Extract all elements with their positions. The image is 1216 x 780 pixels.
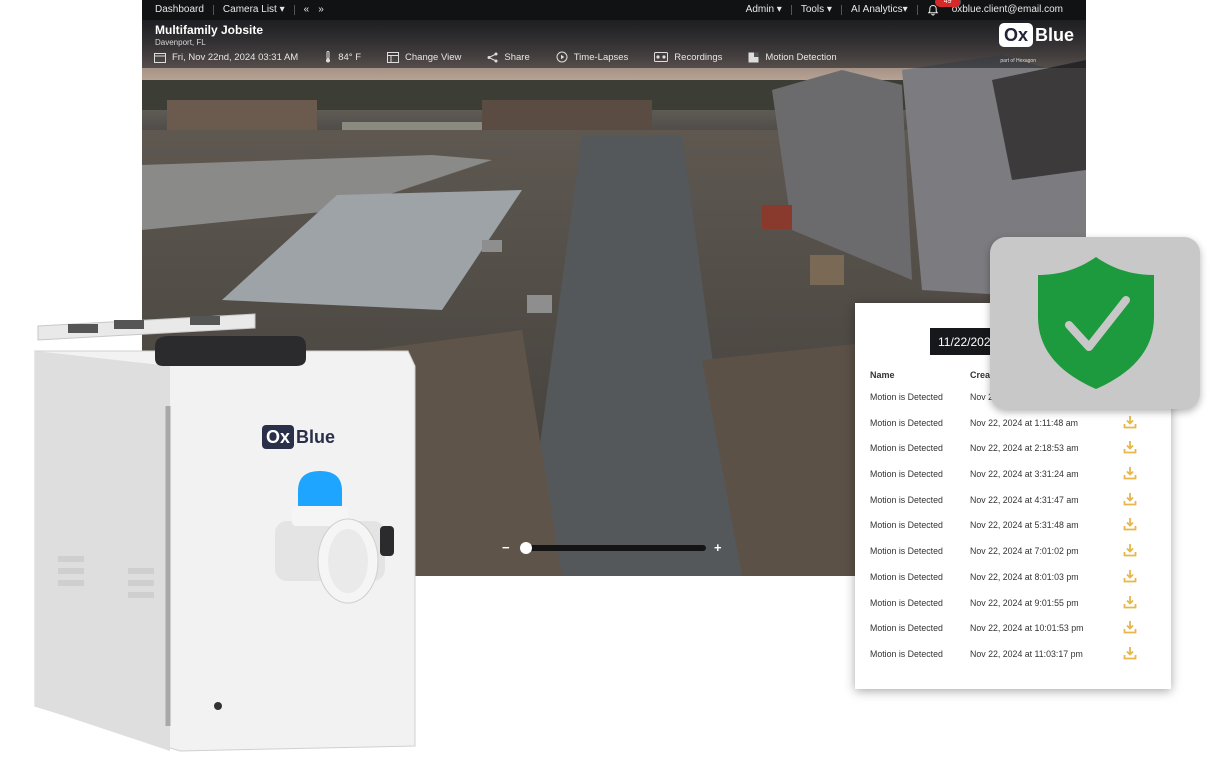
thermometer-icon	[326, 51, 331, 63]
column-header-name[interactable]: Name	[870, 370, 895, 380]
logo-tagline: part of Hexagon	[1000, 58, 1036, 64]
event-name: Motion is Detected	[870, 648, 943, 659]
marketing-composite: Dashboard Camera List ▾ « » Admin ▾ Tool…	[0, 0, 1216, 780]
download-icon[interactable]	[1123, 595, 1137, 609]
timeline-handle[interactable]	[520, 542, 532, 554]
recordings-button[interactable]: Recordings	[654, 52, 722, 63]
download-icon[interactable]	[1123, 543, 1137, 557]
detection-events-list: Motion is Detected Nov 2 Motion is Detec…	[855, 386, 1171, 669]
event-created: Nov 22, 2024 at 7:01:02 pm	[970, 546, 1079, 557]
event-created: Nov 22, 2024 at 5:31:48 am	[970, 520, 1079, 531]
download-icon[interactable]	[1123, 492, 1137, 506]
event-name: Motion is Detected	[870, 597, 943, 608]
temperature-readout: 84° F	[324, 51, 361, 63]
event-created: Nov 22, 2024 at 1:11:48 am	[970, 417, 1078, 428]
date-picker-button[interactable]: Fri, Nov 22nd, 2024 03:31 AM	[154, 52, 298, 63]
list-item[interactable]: Motion is Detected Nov 22, 2024 at 3:31:…	[855, 463, 1171, 489]
list-item[interactable]: Motion is Detected Nov 22, 2024 at 7:01:…	[855, 540, 1171, 566]
event-name: Motion is Detected	[870, 623, 943, 634]
event-name: Motion is Detected	[870, 417, 943, 428]
layout-icon	[387, 51, 400, 63]
top-navigation-bar: Dashboard Camera List ▾ « » Admin ▾ Tool…	[142, 0, 1086, 20]
capture-datetime: Fri, Nov 22nd, 2024 03:31 AM	[172, 51, 299, 63]
download-icon[interactable]	[1123, 646, 1137, 660]
recordings-label: Recordings	[674, 51, 723, 63]
nav-tools-dropdown[interactable]: Tools ▾	[792, 5, 842, 15]
event-name: Motion is Detected	[870, 571, 943, 582]
column-header-created[interactable]: Crea	[970, 370, 990, 380]
calendar-icon	[154, 52, 166, 63]
event-name: Motion is Detected	[870, 520, 943, 531]
event-name: Motion is Detected	[870, 443, 943, 454]
event-name: Motion is Detected	[870, 494, 943, 505]
list-item[interactable]: Motion is Detected Nov 22, 2024 at 11:03…	[855, 643, 1171, 669]
device-logo-ox-text: Ox	[262, 425, 295, 449]
recording-icon	[654, 52, 669, 62]
event-created: Nov 22, 2024 at 8:01:03 pm	[970, 571, 1079, 582]
list-item[interactable]: Motion is Detected Nov 22, 2024 at 8:01:…	[855, 566, 1171, 592]
event-name: Motion is Detected	[870, 392, 943, 402]
share-label: Share	[504, 51, 530, 63]
share-button[interactable]: Share	[487, 51, 530, 63]
download-icon[interactable]	[1123, 466, 1137, 480]
nav-camera-list-dropdown[interactable]: Camera List ▾	[214, 5, 295, 15]
notifications-bell-icon[interactable]: 49	[927, 0, 962, 16]
previous-camera-button[interactable]: «	[295, 5, 319, 15]
list-item[interactable]: Motion is Detected Nov 22, 2024 at 4:31:…	[855, 489, 1171, 515]
time-lapses-label: Time-Lapses	[573, 51, 629, 63]
security-badge-card	[990, 237, 1200, 409]
time-lapses-button[interactable]: Time-Lapses	[556, 51, 629, 63]
change-view-button[interactable]: Change View	[387, 51, 462, 63]
download-icon[interactable]	[1123, 440, 1137, 454]
event-name: Motion is Detected	[870, 546, 943, 557]
temperature-value: 84° F	[338, 51, 362, 63]
list-item[interactable]: Motion is Detected Nov 22, 2024 at 9:01:…	[855, 592, 1171, 618]
shield-check-icon	[1038, 257, 1154, 389]
list-item[interactable]: Motion is Detected Nov 22, 2024 at 5:31:…	[855, 514, 1171, 540]
share-icon	[487, 52, 498, 62]
list-item[interactable]: Motion is Detected Nov 22, 2024 at 1:11:…	[855, 412, 1171, 438]
download-icon[interactable]	[1123, 620, 1137, 634]
event-created: Nov 22, 2024 at 10:01:53 pm	[970, 623, 1084, 634]
notification-count-badge: 49	[934, 0, 962, 7]
event-name: Motion is Detected	[870, 469, 943, 480]
nav-dashboard-link[interactable]: Dashboard	[142, 5, 214, 15]
event-created: Nov 22, 2024 at 11:03:17 pm	[970, 648, 1083, 659]
timeline-track[interactable]	[520, 545, 706, 551]
camera-toolbar: Fri, Nov 22nd, 2024 03:31 AM 84° F Chang…	[154, 51, 863, 63]
nav-ai-analytics-dropdown[interactable]: AI Analytics▾	[842, 5, 918, 15]
download-icon[interactable]	[1123, 569, 1137, 583]
change-view-label: Change View	[405, 51, 462, 63]
device-logo-blue-text: Blue	[296, 426, 336, 447]
nav-admin-dropdown[interactable]: Admin ▾	[737, 5, 792, 15]
logo-ox-text: Ox	[998, 23, 1033, 47]
play-circle-icon	[556, 51, 568, 63]
timeline-slider[interactable]: − +	[502, 540, 727, 556]
oxblue-logo: Ox Blue part of Hexagon	[984, 23, 1074, 65]
event-created: Nov 22, 2024 at 4:31:47 am	[970, 494, 1079, 505]
event-created: Nov 22, 2024 at 9:01:55 pm	[970, 597, 1079, 608]
event-created: Nov 22, 2024 at 2:18:53 am	[970, 443, 1079, 454]
download-icon[interactable]	[1123, 517, 1137, 531]
event-created: Nov 22, 2024 at 3:31:24 am	[970, 469, 1079, 480]
user-account-menu[interactable]: oxblue.client@email.com	[943, 5, 1072, 15]
zoom-out-button[interactable]: −	[502, 540, 510, 555]
list-item[interactable]: Motion is Detected Nov 22, 2024 at 10:01…	[855, 617, 1171, 643]
zoom-in-button[interactable]: +	[714, 540, 722, 555]
site-title: Multifamily Jobsite	[155, 23, 264, 37]
logo-blue-text: Blue	[1034, 24, 1074, 45]
next-camera-button[interactable]: »	[318, 5, 333, 15]
site-location: Davenport, FL	[155, 38, 206, 47]
device-oxblue-logo: Ox Blue	[262, 425, 335, 449]
list-item[interactable]: Motion is Detected Nov 22, 2024 at 2:18:…	[855, 437, 1171, 463]
motion-detection-button[interactable]: Motion Detection	[748, 51, 837, 63]
security-hardware-unit	[34, 313, 416, 752]
motion-detection-label: Motion Detection	[765, 51, 837, 63]
download-icon[interactable]	[1123, 415, 1137, 429]
motion-sensor-icon	[748, 52, 759, 62]
camera-header: Multifamily Jobsite Davenport, FL Fri, N…	[142, 20, 1086, 68]
